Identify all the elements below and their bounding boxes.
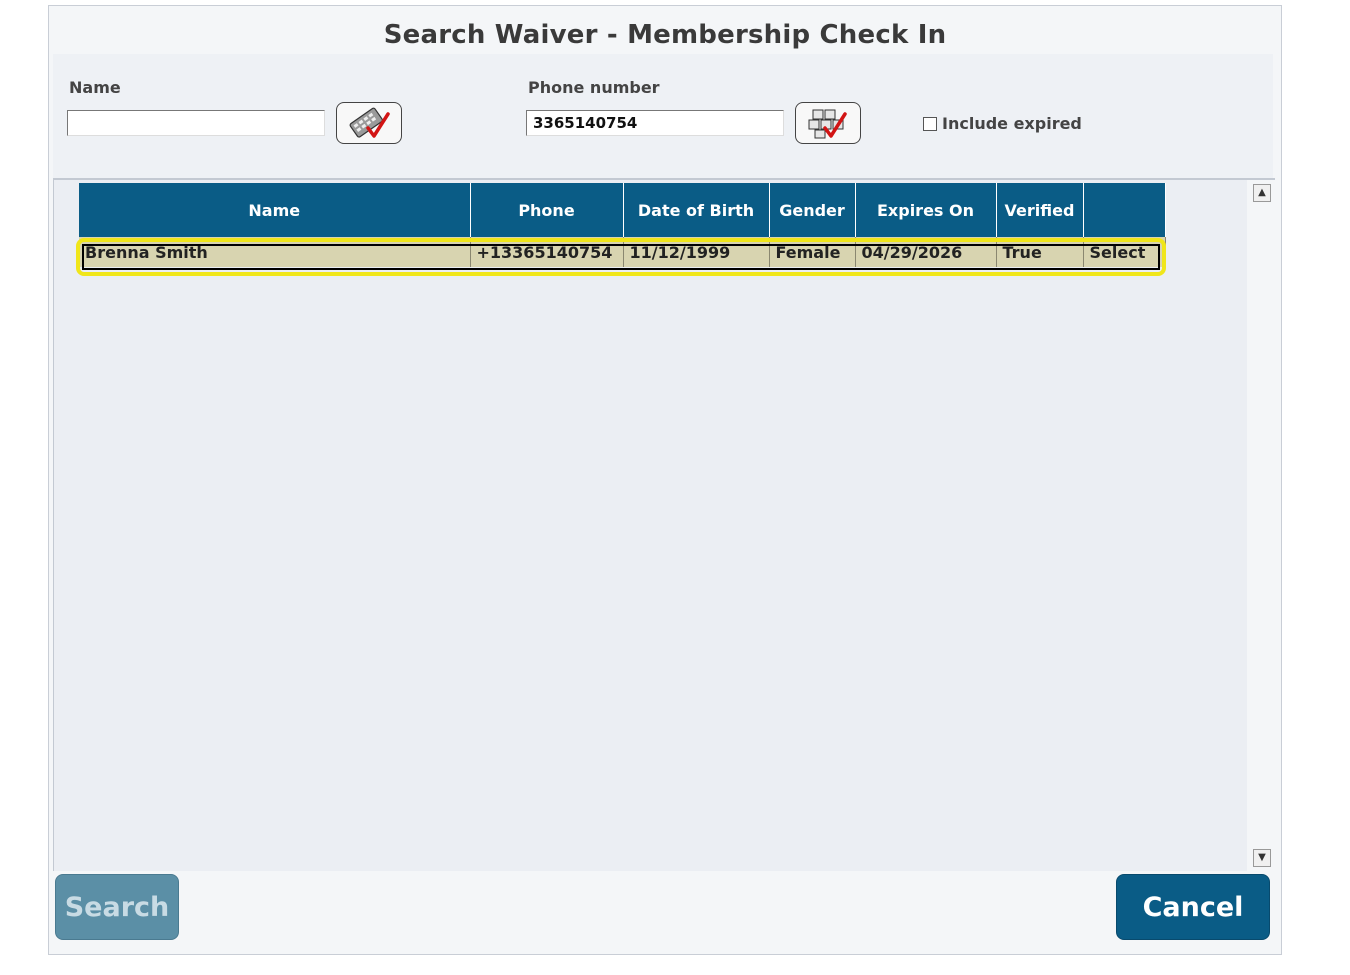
col-header-dob: Date of Birth <box>623 183 770 237</box>
cell-verified: True <box>996 237 1084 267</box>
include-expired-label: Include expired <box>942 114 1082 133</box>
dialog-title: Search Waiver - Membership Check In <box>383 20 947 50</box>
scroll-down-arrow-icon[interactable]: ▼ <box>1253 849 1271 867</box>
include-expired-toggle[interactable]: Include expired <box>923 114 1082 133</box>
name-keyboard-button[interactable] <box>336 102 402 144</box>
col-header-phone: Phone <box>470 183 624 237</box>
cell-gender: Female <box>769 237 856 267</box>
search-form: Name Phone number 3365140754 Include exp… <box>53 54 1273 178</box>
search-waiver-dialog: Search Waiver - Membership Check In Name… <box>48 5 1282 955</box>
results-table: Name Phone Date of Birth Gender Expires … <box>79 183 1166 267</box>
name-input[interactable] <box>67 110 325 136</box>
col-header-expires-on: Expires On <box>855 183 997 237</box>
cell-dob: 11/12/1999 <box>623 237 770 267</box>
col-header-verified: Verified <box>996 183 1084 237</box>
table-row[interactable]: Brenna Smith +13365140754 11/12/1999 Fem… <box>79 237 1166 267</box>
phone-keypad-button[interactable] <box>795 102 861 144</box>
cancel-button[interactable]: Cancel <box>1116 874 1270 940</box>
keypad-check-icon <box>808 109 847 139</box>
phone-input[interactable] <box>526 110 784 136</box>
include-expired-checkbox[interactable] <box>923 116 937 131</box>
col-header-name: Name <box>79 183 471 237</box>
name-label: Name <box>69 78 121 97</box>
scroll-up-arrow-icon[interactable]: ▲ <box>1253 184 1271 202</box>
cell-expires-on: 04/29/2026 <box>855 237 997 267</box>
phone-label: Phone number <box>528 78 660 97</box>
col-header-gender: Gender <box>769 183 856 237</box>
vertical-scrollbar[interactable]: ▲ ▼ <box>1247 180 1275 871</box>
results-grid: Name Phone Date of Birth Gender Expires … <box>53 178 1275 871</box>
col-header-action <box>1083 183 1166 237</box>
select-link[interactable]: Select <box>1083 237 1166 267</box>
search-button[interactable]: Search <box>55 874 179 940</box>
table-header-row: Name Phone Date of Birth Gender Expires … <box>79 183 1166 237</box>
keyboard-check-icon <box>349 107 390 138</box>
cell-phone: +13365140754 <box>470 237 624 267</box>
cell-name: Brenna Smith <box>79 237 471 267</box>
